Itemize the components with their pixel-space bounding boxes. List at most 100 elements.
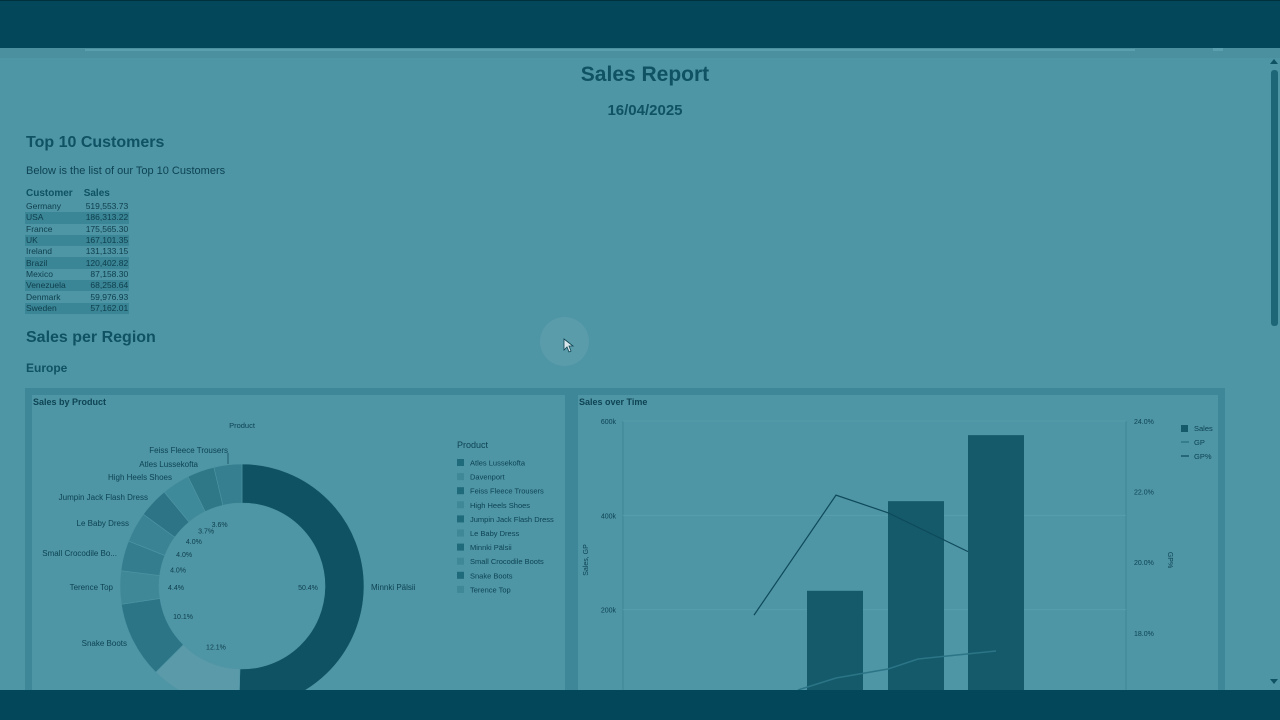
table-row: France 175,565.30	[25, 224, 129, 235]
combo-chart[interactable]: 600k 400k 200k 24.0% 22.0% 20.0% 18.0% Sales, G…	[578, 395, 1218, 700]
table-row: UK 167,101.35	[25, 234, 130, 247]
scroll-up-icon[interactable]	[1270, 59, 1278, 64]
slice-label: Snake Boots	[82, 639, 127, 648]
scrollbar-thumb[interactable]	[1271, 70, 1278, 326]
slice-percent-label: 3.7%	[198, 529, 214, 536]
y2-tick-label: 20.0%	[1134, 560, 1154, 567]
column-header-customer: Customer	[26, 188, 73, 199]
legend-swatch	[457, 459, 464, 466]
column-header-sales: Sales	[83, 188, 110, 199]
customer-cell: France	[26, 223, 53, 234]
legend-swatch	[457, 515, 464, 523]
slice-label: Feiss Fleece Trousers	[149, 446, 228, 455]
sales-bar	[888, 501, 944, 700]
slice-label: Jumpin Jack Flash Dress	[59, 493, 148, 502]
slice-label: High Heels Shoes	[108, 473, 172, 482]
sales-cell: 68,258.64	[73, 280, 130, 292]
y-axis-label: Sales, GP	[583, 544, 590, 576]
legend-swatch	[457, 473, 464, 481]
y-tick-label: 600k	[601, 419, 617, 426]
customer-cell: Sweden	[25, 302, 74, 314]
y2-axis-label: GP%	[1166, 552, 1173, 568]
legend-item: Snake Boots	[470, 571, 513, 580]
legend-title: Product	[457, 440, 489, 450]
customers-heading: Top 10 Customers	[26, 134, 165, 151]
customer-cell: UK	[25, 234, 74, 247]
customer-cell: Mexico	[26, 268, 53, 279]
legend-item: Terence Top	[470, 585, 511, 594]
slice-percent-label: 4.4%	[168, 585, 184, 592]
legend-item: GP	[1194, 438, 1205, 447]
dimension-label: Product	[229, 421, 256, 430]
legend-item: Jumpin Jack Flash Dress	[470, 515, 554, 524]
sales-cell: 131,133.15	[85, 246, 129, 257]
customer-cell: Venezuela	[25, 280, 74, 292]
panel-title: Sales by Product	[33, 397, 107, 407]
scroll-down-icon[interactable]	[1270, 679, 1278, 684]
slice-label: Small Crocodile Bo...	[42, 549, 117, 558]
legend-swatch	[457, 529, 464, 537]
donut-slice	[238, 463, 365, 709]
slice-percent-label: 4.0%	[186, 539, 202, 546]
toolbar-button-edge	[1213, 48, 1223, 51]
customer-cell: Denmark	[26, 291, 61, 302]
customer-cell: Brazil	[25, 257, 74, 269]
donut-chart[interactable]: Product 50.4% 12.1% 10.1% 4.4% 4.0% 4.0% 4.0% 3.…	[32, 395, 565, 709]
customer-cell: USA	[25, 212, 74, 224]
legend-item: Davenport	[470, 473, 506, 482]
sales-cell: 87,158.30	[90, 268, 129, 279]
y2-tick-label: 24.0%	[1134, 419, 1154, 426]
legend-swatch	[457, 557, 464, 565]
table-header-row: Customer Sales	[25, 188, 129, 201]
sales-cell: 167,101.35	[73, 234, 130, 247]
slice-percent-label: 12.1%	[206, 645, 226, 652]
panel-title: Sales over Time	[579, 397, 648, 407]
mouse-cursor-icon	[563, 338, 575, 353]
table-row: Brazil 120,402.82	[25, 257, 130, 269]
legend-item: Sales	[1194, 424, 1213, 433]
table-row: Denmark 59,976.93	[25, 291, 129, 302]
table-row: Venezuela 68,258.64	[25, 280, 130, 292]
sales-cell: 519,553.73	[85, 201, 129, 212]
sales-bar	[968, 435, 1024, 700]
slice-percent-label: 4.0%	[176, 552, 192, 559]
region-heading: Sales per Region	[26, 329, 156, 346]
slice-percent-label: 10.1%	[173, 614, 193, 621]
customer-cell: Germany	[26, 201, 61, 212]
legend-swatch	[1181, 425, 1188, 432]
slice-percent-label: 3.6%	[212, 522, 228, 529]
legend-item: Le Baby Dress	[470, 529, 519, 538]
legend-swatch	[457, 501, 464, 509]
table-row: Ireland 131,133.15	[25, 246, 129, 257]
legend-item: Minnki Pälsii	[470, 543, 512, 552]
sales-by-product-panel[interactable]: Sales by Product Product 50.4% 12.1% 10.1% 4…	[32, 395, 565, 709]
customer-cell: Ireland	[26, 246, 52, 257]
sales-cell: 59,976.93	[90, 291, 129, 302]
slice-label: Terence Top	[70, 583, 114, 592]
sales-over-time-panel[interactable]: Sales over Time 600k 400k 200k 24.0% 22.0% 20…	[578, 395, 1218, 700]
y2-tick-label: 18.0%	[1134, 631, 1154, 638]
table-row: Sweden 57,162.01	[25, 302, 130, 314]
y-tick-label: 200k	[601, 608, 617, 615]
legend-item: Small Crocodile Boots	[470, 557, 544, 566]
bottom-bar	[0, 690, 1280, 720]
sales-cell: 175,565.30	[85, 223, 129, 234]
customers-description: Below is the list of our Top 10 Customer…	[26, 165, 226, 177]
legend-item: GP%	[1194, 452, 1212, 461]
legend-item: High Heels Shoes	[470, 501, 530, 510]
legend-swatch	[457, 543, 464, 551]
sales-cell: 57,162.01	[73, 302, 130, 314]
legend-swatch	[457, 585, 464, 593]
legend-swatch	[457, 487, 464, 495]
sales-cell: 186,313.22	[73, 212, 130, 224]
toolbar-edge	[85, 49, 1135, 51]
slice-percent-label: 50.4%	[298, 585, 318, 592]
slice-percent-label: 4.0%	[170, 568, 186, 575]
slice-label: Atles Lussekofta	[139, 460, 198, 469]
customers-table: Customer Sales Germany 519,553.73 USA 186,3…	[25, 188, 130, 314]
sales-cell: 120,402.82	[73, 257, 130, 269]
legend-item: Atles Lussekofta	[470, 459, 526, 468]
table-row: USA 186,313.22	[25, 212, 130, 224]
report-date: 16/04/2025	[607, 102, 683, 119]
report-title: Sales Report	[580, 63, 710, 86]
